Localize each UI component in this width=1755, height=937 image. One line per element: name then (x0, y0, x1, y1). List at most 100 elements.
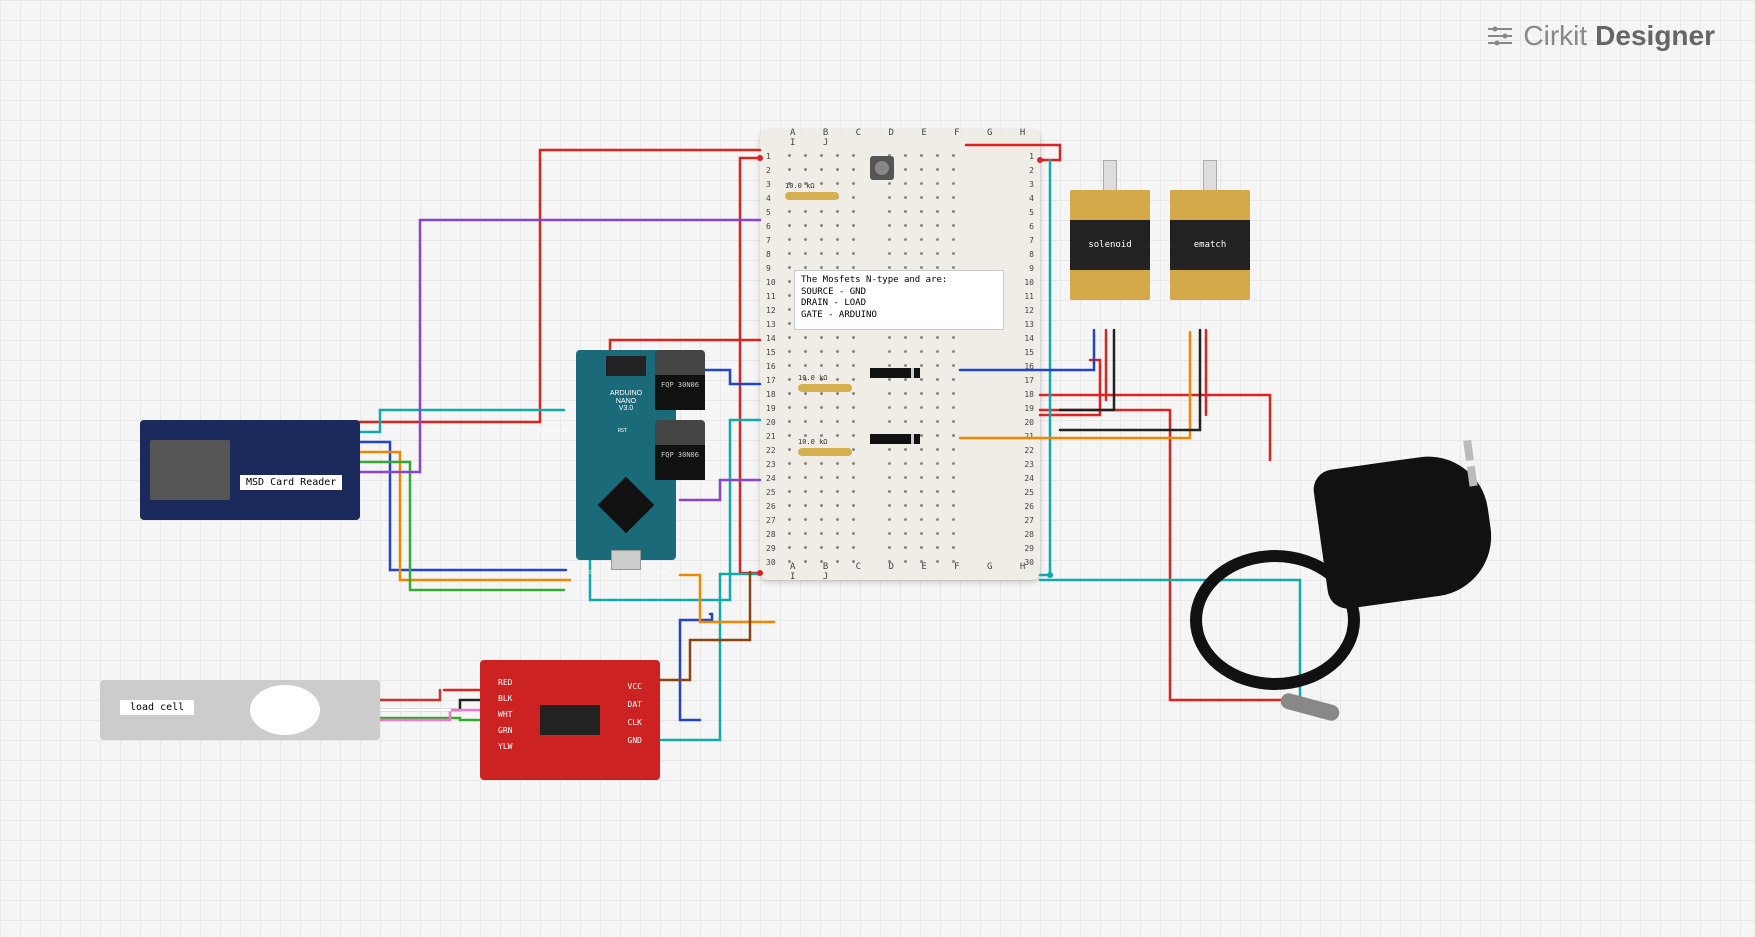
breadboard-row-right-17: 17 (1024, 376, 1034, 385)
adapter-prong-2 (1467, 466, 1478, 487)
breadboard-row-left-3: 3 (766, 180, 771, 189)
mosfet-2-label: FQP 30N06 (655, 445, 705, 480)
hx711-pin-gnd: GND (628, 736, 642, 745)
breadboard-row-right-14: 14 (1024, 334, 1034, 343)
hx711-pin-vcc: VCC (628, 682, 642, 691)
breadboard-row-right-22: 22 (1024, 446, 1034, 455)
resistor-2[interactable] (798, 384, 852, 392)
breadboard-row-right-18: 18 (1024, 390, 1034, 399)
adapter-prong-1 (1463, 440, 1474, 461)
breadboard-row-right-25: 25 (1024, 488, 1034, 497)
solenoid-2-label: ematch (1170, 220, 1250, 270)
pushbutton[interactable] (870, 156, 894, 180)
breadboard-row-right-3: 3 (1029, 180, 1034, 189)
arduino-rst: RST (618, 428, 627, 434)
breadboard-row-left-15: 15 (766, 348, 776, 357)
mosfet-2-tab (655, 420, 705, 445)
hx711-pin-dat: DAT (628, 700, 642, 709)
breadboard-cols-bottom: A B C D E F G H I J (790, 562, 1040, 582)
breadboard-row-right-21: 21 (1024, 432, 1034, 441)
note-line-1: SOURCE - GND (801, 287, 997, 299)
note-line-3: GATE - ARDUINO (801, 310, 997, 322)
breadboard-note: The Mosfets N-type and are: SOURCE - GND… (794, 270, 1004, 330)
breadboard-row-left-24: 24 (766, 474, 776, 483)
breadboard-row-right-16: 16 (1024, 362, 1034, 371)
solenoid-2-ematch[interactable]: ematch (1170, 190, 1250, 330)
breadboard-row-left-2: 2 (766, 166, 771, 175)
solenoid-1-body: solenoid (1070, 190, 1150, 300)
mosfet-1-label: FQP 30N06 (655, 375, 705, 410)
power-adapter[interactable] (1190, 450, 1490, 710)
breadboard-row-right-4: 4 (1029, 194, 1034, 203)
breadboard-row-left-22: 22 (766, 446, 776, 455)
mosfet-1[interactable]: FQP 30N06 (655, 350, 705, 410)
hx711-pin-clk: CLK (628, 718, 642, 727)
breadboard-row-left-27: 27 (766, 516, 776, 525)
adapter-cable (1190, 550, 1360, 690)
breadboard-row-right-11: 11 (1024, 292, 1034, 301)
breadboard-row-left-8: 8 (766, 250, 771, 259)
arduino-model-label: ARDUINO NANO V3.0 (610, 390, 642, 413)
resistor-2-label: 10.0 kΩ (798, 374, 828, 382)
arduino-chip (598, 477, 655, 534)
breadboard-row-right-8: 8 (1029, 250, 1034, 259)
resistor-3-label: 10.0 kΩ (798, 438, 828, 446)
breadboard-row-left-7: 7 (766, 236, 771, 245)
hx711-pin-grn: GRN (498, 726, 512, 735)
breadboard-row-right-6: 6 (1029, 222, 1034, 231)
breadboard-row-left-9: 9 (766, 264, 771, 273)
hx711-amplifier[interactable]: RED BLK WHT GRN YLW VCC DAT CLK GND (480, 660, 660, 780)
solenoid-1-label: solenoid (1070, 220, 1150, 270)
breadboard-row-left-25: 25 (766, 488, 776, 497)
breadboard-row-right-12: 12 (1024, 306, 1034, 315)
resistor-1[interactable] (785, 192, 839, 200)
arduino-usb-port (611, 550, 641, 570)
breadboard-row-right-27: 27 (1024, 516, 1034, 525)
mosfet-2[interactable]: FQP 30N06 (655, 420, 705, 480)
breadboard-row-left-16: 16 (766, 362, 776, 371)
brand-text-2: Designer (1595, 20, 1715, 52)
hx711-pin-red: RED (498, 678, 512, 687)
breadboard-row-left-23: 23 (766, 460, 776, 469)
breadboard-row-right-2: 2 (1029, 166, 1034, 175)
breadboard-row-right-24: 24 (1024, 474, 1034, 483)
solenoid-1[interactable]: solenoid (1070, 190, 1150, 330)
breadboard-row-right-9: 9 (1029, 264, 1034, 273)
breadboard-row-left-12: 12 (766, 306, 776, 315)
sd-slot (150, 440, 230, 500)
breadboard-row-right-29: 29 (1024, 544, 1034, 553)
hx711-pin-wht: WHT (498, 710, 512, 719)
breadboard-row-left-20: 20 (766, 418, 776, 427)
breadboard-row-left-10: 10 (766, 278, 776, 287)
breadboard-row-left-6: 6 (766, 222, 771, 231)
breadboard-row-right-15: 15 (1024, 348, 1034, 357)
breadboard-row-left-11: 11 (766, 292, 776, 301)
arduino-year: 2009 (654, 570, 666, 576)
breadboard-row-right-20: 20 (1024, 418, 1034, 427)
load-cell-body (250, 685, 320, 735)
breadboard-row-left-21: 21 (766, 432, 776, 441)
breadboard-row-left-18: 18 (766, 390, 776, 399)
hx711-pin-blk: BLK (498, 694, 512, 703)
diode-2[interactable] (870, 434, 920, 444)
sd-label: MSD Card Reader (240, 475, 342, 490)
load-cell[interactable]: load cell (100, 680, 380, 740)
adapter-barrel-plug (1279, 692, 1341, 723)
resistor-3[interactable] (798, 448, 852, 456)
breadboard-row-left-5: 5 (766, 208, 771, 217)
breadboard-row-right-28: 28 (1024, 530, 1034, 539)
note-line-2: DRAIN - LOAD (801, 298, 997, 310)
breadboard-row-left-29: 29 (766, 544, 776, 553)
breadboard-cols-top: A B C D E F G H I J (790, 128, 1040, 148)
breadboard-row-left-19: 19 (766, 404, 776, 413)
arduino-brand: ARDUINO.CC (538, 428, 568, 434)
brand-logo: Cirkit Designer (1485, 20, 1715, 52)
note-title: The Mosfets N-type and are: (801, 275, 997, 287)
resistor-1-label: 10.0 kΩ (785, 182, 815, 190)
breadboard-row-left-30: 30 (766, 558, 776, 567)
breadboard-row-right-30: 30 (1024, 558, 1034, 567)
breadboard-row-right-26: 26 (1024, 502, 1034, 511)
breadboard-row-right-13: 13 (1024, 320, 1034, 329)
diode-1[interactable] (870, 368, 920, 378)
sd-card-reader[interactable]: MSD Card Reader (140, 420, 360, 520)
